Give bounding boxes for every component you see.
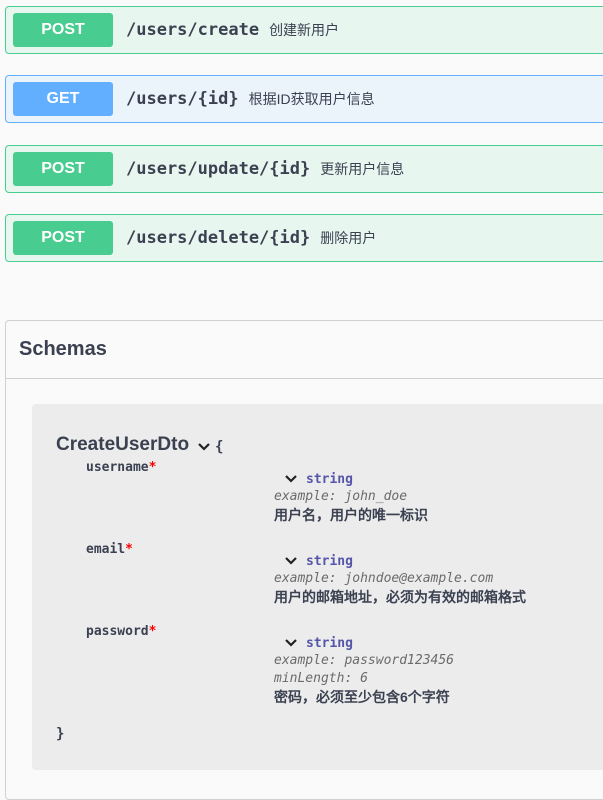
schemas-header[interactable]: Schemas	[6, 321, 603, 379]
operation-summary: 创建新用户	[269, 22, 340, 38]
open-brace: {	[215, 438, 224, 455]
method-badge: POST	[13, 152, 113, 186]
operation-path: /users/update/{id}	[126, 159, 311, 179]
operation-get-user-by-id[interactable]: GET /users/{id} 根据ID获取用户信息	[5, 75, 603, 123]
property-example: example: johndoe@example.com	[274, 571, 494, 586]
operation-path: /users/{id}	[126, 89, 239, 109]
chevron-down-icon[interactable]	[197, 440, 211, 454]
schemas-title: Schemas	[19, 338, 107, 360]
operation-post-users-update[interactable]: POST /users/update/{id} 更新用户信息	[5, 145, 603, 193]
model-name: CreateUserDto	[56, 434, 190, 455]
property-name-email: email*	[86, 542, 133, 557]
property-description: 用户名，用户的唯一标识	[274, 507, 428, 523]
chevron-down-icon[interactable]	[284, 554, 298, 568]
required-mark: *	[148, 460, 157, 475]
operation-post-users-create[interactable]: POST /users/create 创建新用户	[5, 6, 603, 54]
property-detail-username: string example: john_doe 用户名，用户的唯一标识	[274, 470, 428, 524]
property-example: example: password123456	[274, 653, 455, 668]
property-detail-password: string example: password123456 minLength…	[274, 634, 454, 706]
required-mark: *	[125, 542, 133, 557]
chevron-down-icon[interactable]	[284, 472, 298, 486]
property-name-text: email	[86, 542, 126, 557]
property-type: string	[306, 471, 353, 487]
property-description: 用户的邮箱地址，必须为有效的邮箱格式	[274, 589, 526, 605]
property-name-text: password	[86, 624, 149, 639]
method-badge: POST	[13, 221, 113, 255]
operation-path: /users/create	[126, 20, 260, 40]
property-description: 密码，必须至少包含6个字符	[274, 689, 450, 705]
property-detail-email: string example: johndoe@example.com 用户的邮…	[274, 552, 526, 606]
operation-path: /users/delete/{id}	[126, 228, 311, 248]
property-type: string	[306, 553, 353, 569]
schemas-section: Schemas CreateUserDto { username* string…	[5, 320, 603, 800]
operation-summary: 删除用户	[320, 230, 377, 246]
operation-summary: 更新用户信息	[320, 161, 405, 177]
method-badge: POST	[13, 13, 113, 47]
property-example: example: john_doe	[274, 489, 408, 504]
operation-post-users-delete[interactable]: POST /users/delete/{id} 删除用户	[5, 214, 603, 262]
close-brace: }	[56, 726, 65, 742]
model-box: CreateUserDto { username* string example…	[32, 404, 603, 770]
operation-summary: 根据ID获取用户信息	[248, 91, 375, 107]
property-name-username: username*	[86, 460, 156, 475]
chevron-down-icon[interactable]	[284, 636, 298, 650]
property-type: string	[306, 635, 353, 651]
property-min-length: minLength: 6	[274, 671, 368, 686]
property-name-text: username	[86, 460, 149, 475]
required-mark: *	[148, 624, 157, 639]
method-badge: GET	[13, 82, 113, 116]
property-name-password: password*	[86, 624, 156, 639]
model-title[interactable]: CreateUserDto {	[56, 434, 223, 456]
